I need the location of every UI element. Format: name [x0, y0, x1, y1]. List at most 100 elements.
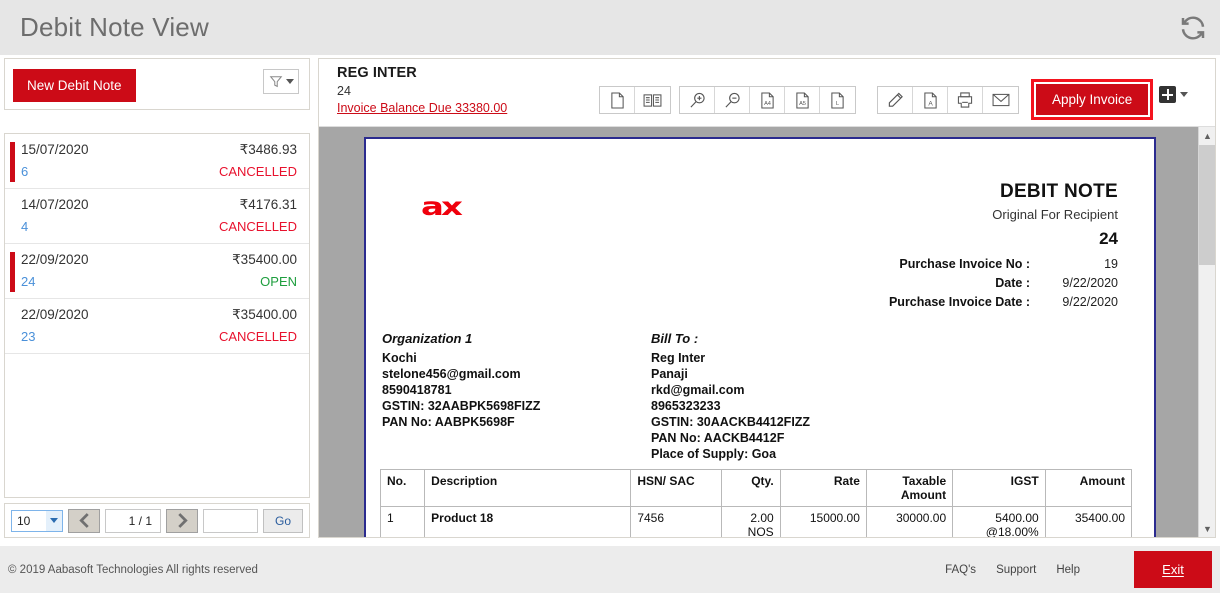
- column-header: Qty.: [721, 470, 780, 507]
- document-meta: REG INTER 24 Invoice Balance Due 33380.0…: [337, 65, 507, 117]
- bill-to-line: Panaji: [651, 366, 810, 382]
- document-subtitle: Original For Recipient: [992, 207, 1118, 222]
- organization-line: 8590418781: [382, 382, 540, 398]
- document-viewer: ax DEBIT NOTE Original For Recipient 24 …: [319, 127, 1215, 537]
- debit-note-list[interactable]: 15/07/2020 ₹3486.93 6 CANCELLED 14/07/20…: [4, 133, 310, 498]
- field-row: Date : 9/22/2020: [778, 276, 1118, 290]
- scroll-down-arrow-icon[interactable]: ▼: [1199, 520, 1215, 537]
- list-item-amount: ₹35400.00: [232, 307, 297, 323]
- status-badge: OPEN: [260, 274, 297, 289]
- list-item[interactable]: 14/07/2020 ₹4176.31 4 CANCELLED: [5, 189, 309, 244]
- field-value: 19: [1030, 257, 1118, 271]
- filter-button[interactable]: [263, 69, 299, 94]
- organization-line: stelone456@gmail.com: [382, 366, 540, 382]
- table-header-row: No. Description HSN/ SAC Qty. Rate Taxab…: [381, 470, 1132, 507]
- list-item-date: 15/07/2020: [21, 142, 89, 157]
- document-toolbar: REG INTER 24 Invoice Balance Due 33380.0…: [319, 59, 1215, 127]
- bill-to-line: GSTIN: 30AACKB4412FIZZ: [651, 414, 810, 430]
- svg-text:A: A: [928, 100, 933, 107]
- organization-line: PAN No: AABPK5698F: [382, 414, 540, 430]
- list-item-amount: ₹35400.00: [232, 252, 297, 268]
- zoom-out-icon[interactable]: [715, 87, 750, 113]
- column-header: IGST: [953, 470, 1046, 507]
- bill-to-line: Reg Inter: [651, 350, 810, 366]
- list-item-id[interactable]: 4: [21, 219, 28, 234]
- new-debit-note-button[interactable]: New Debit Note: [13, 69, 136, 102]
- page-a4-icon[interactable]: A4: [750, 87, 785, 113]
- next-page-button[interactable]: [166, 509, 198, 533]
- add-menu-button[interactable]: [1159, 86, 1188, 103]
- pagination-bar: 10 1 / 1 Go: [4, 503, 310, 538]
- company-logo: ax: [421, 193, 460, 222]
- email-icon[interactable]: [983, 87, 1018, 113]
- chevron-left-icon: [78, 513, 91, 528]
- page-size-select[interactable]: 10: [11, 510, 63, 532]
- list-item-amount: ₹4176.31: [240, 197, 297, 213]
- apply-invoice-button[interactable]: Apply Invoice: [1036, 84, 1148, 115]
- field-row: Purchase Invoice No : 19: [778, 257, 1118, 271]
- chevron-down-icon: [1180, 92, 1188, 97]
- organization-heading: Organization 1: [382, 331, 540, 346]
- field-value: 9/22/2020: [1030, 295, 1118, 309]
- sidebar-action-bar: New Debit Note: [4, 58, 310, 110]
- single-page-icon[interactable]: [600, 87, 635, 113]
- bill-to-line: PAN No: AACKB4412F: [651, 430, 810, 446]
- list-item-id[interactable]: 23: [21, 329, 35, 344]
- cell-rate: 15000.00: [780, 507, 866, 538]
- goto-page-input[interactable]: [203, 509, 258, 533]
- page-a5-icon[interactable]: A5: [785, 87, 820, 113]
- field-label: Purchase Invoice Date :: [889, 295, 1030, 309]
- exit-button-label: Exit: [1162, 562, 1184, 577]
- list-item-date: 14/07/2020: [21, 197, 89, 212]
- document-number: 24: [337, 84, 507, 98]
- page-indicator: 1 / 1: [105, 509, 161, 533]
- add-plus-icon: [1159, 86, 1176, 103]
- footer-links: FAQ's Support Help: [945, 564, 1080, 576]
- list-item[interactable]: 22/09/2020 ₹35400.00 23 CANCELLED: [5, 299, 309, 354]
- cell-qty-value: 2.00: [728, 511, 774, 525]
- column-header: Rate: [780, 470, 866, 507]
- cell-qty: 2.00 NOS: [721, 507, 780, 538]
- exit-button[interactable]: Exit: [1134, 551, 1212, 588]
- invoice-balance-link[interactable]: Invoice Balance Due 33380.00: [337, 101, 507, 115]
- help-link[interactable]: Help: [1056, 564, 1080, 576]
- go-button[interactable]: Go: [263, 509, 303, 533]
- application-window: Debit Note View New Debit Note 15/07/202…: [0, 0, 1220, 593]
- scroll-up-arrow-icon[interactable]: ▲: [1199, 127, 1215, 144]
- export-pdf-icon[interactable]: A: [913, 87, 948, 113]
- cell-amount: 35400.00: [1045, 507, 1131, 538]
- column-header: No.: [381, 470, 425, 507]
- apply-invoice-highlight: Apply Invoice: [1031, 79, 1153, 120]
- support-link[interactable]: Support: [996, 564, 1036, 576]
- document-type-title: DEBIT NOTE: [992, 181, 1118, 203]
- cell-igst-value: 5400.00: [959, 511, 1039, 525]
- page-view-tool-group: [599, 86, 671, 114]
- edit-pencil-icon[interactable]: [878, 87, 913, 113]
- faq-link[interactable]: FAQ's: [945, 564, 976, 576]
- list-item-id[interactable]: 6: [21, 164, 28, 179]
- bill-to-line: 8965323233: [651, 398, 810, 414]
- document-number-large: 24: [992, 229, 1118, 249]
- scrollbar-thumb[interactable]: [1199, 145, 1215, 265]
- list-item-id[interactable]: 24: [21, 274, 35, 289]
- two-page-book-icon[interactable]: [635, 87, 670, 113]
- list-item-selected[interactable]: 22/09/2020 ₹35400.00 24 OPEN: [5, 244, 309, 299]
- field-label: Date :: [995, 276, 1030, 290]
- zoom-in-icon[interactable]: [680, 87, 715, 113]
- prev-page-button[interactable]: [68, 509, 100, 533]
- chevron-down-icon: [46, 511, 62, 531]
- status-badge: CANCELLED: [219, 329, 297, 344]
- cell-igst-rate: @18.00%: [959, 525, 1039, 537]
- cell-taxable-amount: 30000.00: [866, 507, 952, 538]
- viewer-scrollbar[interactable]: ▲ ▼: [1198, 127, 1215, 537]
- bill-to-block: Bill To : Reg Inter Panaji rkd@gmail.com…: [651, 331, 810, 462]
- cell-igst: 5400.00 @18.00%: [953, 507, 1046, 538]
- list-item[interactable]: 15/07/2020 ₹3486.93 6 CANCELLED: [5, 134, 309, 189]
- funnel-filter-icon: [269, 75, 283, 89]
- svg-text:A4: A4: [764, 101, 771, 107]
- print-icon[interactable]: [948, 87, 983, 113]
- invoice-page: ax DEBIT NOTE Original For Recipient 24 …: [364, 137, 1156, 537]
- field-value: 9/22/2020: [1030, 276, 1118, 290]
- refresh-sync-icon[interactable]: [1166, 0, 1220, 55]
- page-letter-icon[interactable]: L: [820, 87, 855, 113]
